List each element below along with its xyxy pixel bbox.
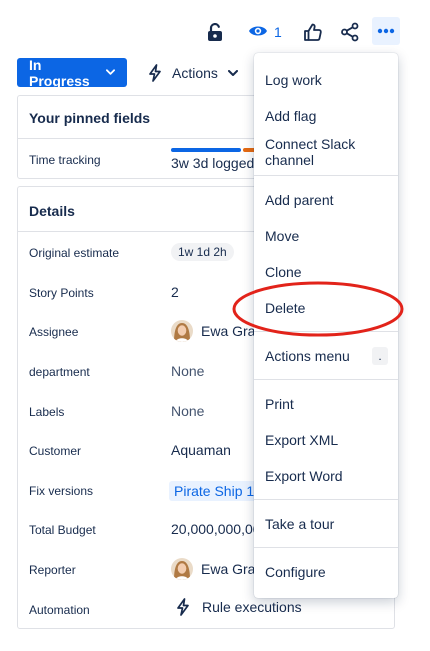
automation-value[interactable]: Rule executions bbox=[176, 598, 302, 616]
chevron-down-icon bbox=[106, 69, 115, 75]
menu-item-actions-menu[interactable]: Actions menu . bbox=[254, 339, 398, 373]
department-value[interactable]: None bbox=[171, 363, 204, 379]
time-tracking-label: Time tracking bbox=[29, 153, 101, 167]
lightning-icon bbox=[177, 598, 189, 616]
pinned-fields-title: Your pinned fields bbox=[29, 110, 151, 126]
original-estimate-value[interactable]: 1w 1d 2h bbox=[171, 243, 234, 261]
time-tracking-value[interactable]: 3w 3d logged bbox=[171, 155, 254, 171]
menu-item-label: Export XML bbox=[265, 432, 339, 448]
menu-item-export-word[interactable]: Export Word bbox=[254, 459, 398, 493]
menu-divider bbox=[254, 547, 398, 548]
assignee-label: Assignee bbox=[29, 325, 79, 339]
details-title: Details bbox=[29, 203, 75, 219]
department-label: department bbox=[29, 365, 90, 379]
menu-item-label: Move bbox=[265, 228, 300, 244]
annotation-ellipse bbox=[232, 281, 404, 337]
menu-item-take-a-tour[interactable]: Take a tour bbox=[254, 507, 398, 541]
menu-item-label: Take a tour bbox=[265, 516, 335, 532]
actions-label: Actions bbox=[172, 65, 218, 81]
menu-item-add-parent[interactable]: Add parent bbox=[254, 183, 398, 217]
menu-item-label: Log work bbox=[265, 72, 322, 88]
watch-count: 1 bbox=[274, 24, 282, 40]
menu-divider bbox=[254, 379, 398, 380]
story-points-value[interactable]: 2 bbox=[171, 284, 179, 300]
menu-item-log-work[interactable]: Log work bbox=[254, 63, 398, 97]
customer-label: Customer bbox=[29, 444, 82, 458]
menu-item-add-flag[interactable]: Add flag bbox=[254, 99, 398, 133]
shortcut-key: . bbox=[372, 347, 388, 365]
more-actions-button[interactable] bbox=[372, 17, 400, 45]
reporter-label: Reporter bbox=[29, 563, 76, 577]
menu-item-label: Add flag bbox=[265, 108, 317, 124]
rule-executions-link[interactable]: Rule executions bbox=[202, 599, 302, 615]
menu-item-label: Configure bbox=[265, 564, 326, 580]
status-dropdown-button[interactable]: In Progress bbox=[17, 56, 127, 89]
menu-divider bbox=[254, 499, 398, 500]
menu-item-export-xml[interactable]: Export XML bbox=[254, 423, 398, 457]
share-icon[interactable] bbox=[339, 21, 361, 43]
more-icon bbox=[377, 28, 395, 34]
menu-item-label: Actions menu bbox=[265, 348, 350, 364]
menu-item-label: Add parent bbox=[265, 192, 334, 208]
customer-value[interactable]: Aquaman bbox=[171, 442, 231, 458]
menu-item-label: Export Word bbox=[265, 468, 343, 484]
thumbs-up-icon[interactable] bbox=[302, 21, 324, 43]
automation-label: Automation bbox=[29, 603, 90, 617]
estimate-lozenge: 1w 1d 2h bbox=[171, 243, 234, 261]
reporter-value[interactable]: Ewa Grab bbox=[171, 558, 263, 580]
unlock-icon[interactable] bbox=[205, 22, 225, 42]
original-estimate-label: Original estimate bbox=[29, 246, 120, 260]
menu-item-configure[interactable]: Configure bbox=[254, 555, 398, 589]
fix-versions-label: Fix versions bbox=[29, 484, 94, 498]
menu-item-move[interactable]: Move bbox=[254, 219, 398, 253]
avatar bbox=[171, 558, 193, 580]
menu-item-label: Connect Slack channel bbox=[265, 136, 356, 168]
lightning-icon bbox=[149, 64, 161, 82]
chevron-down-icon bbox=[227, 69, 238, 76]
labels-value[interactable]: None bbox=[171, 403, 204, 419]
menu-divider bbox=[254, 175, 398, 176]
status-label: In Progress bbox=[29, 56, 90, 89]
labels-label: Labels bbox=[29, 405, 65, 419]
menu-item-label: Print bbox=[265, 396, 294, 412]
story-points-label: Story Points bbox=[29, 286, 94, 300]
avatar bbox=[171, 320, 193, 342]
total-budget-label: Total Budget bbox=[29, 523, 96, 537]
menu-item-print[interactable]: Print bbox=[254, 387, 398, 421]
actions-dropdown-button[interactable]: Actions bbox=[148, 62, 238, 84]
menu-item-connect-slack[interactable]: Connect Slack channel bbox=[254, 135, 398, 169]
time-tracking-bar bbox=[171, 148, 261, 152]
eye-icon bbox=[248, 23, 268, 42]
watch-button[interactable]: 1 bbox=[248, 22, 282, 42]
